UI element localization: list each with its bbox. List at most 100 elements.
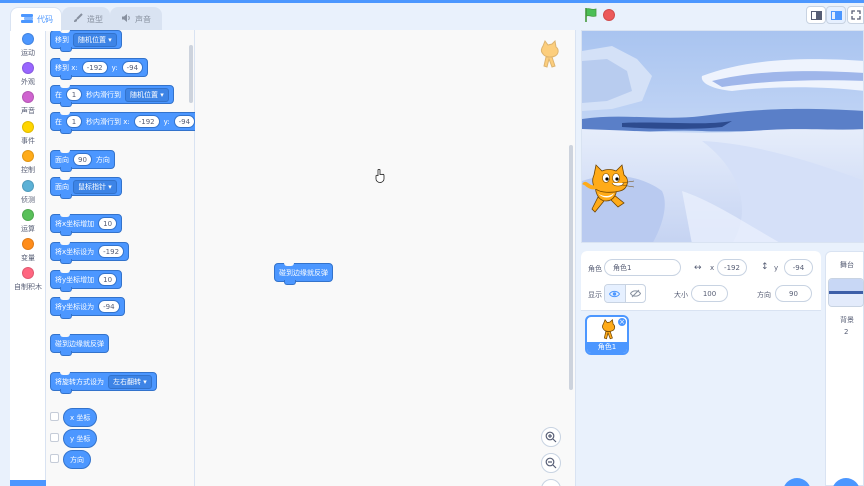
editor-tabs: 代码 造型 声音 bbox=[0, 3, 580, 31]
set-y-block[interactable]: 将y坐标设为 -94 bbox=[50, 297, 125, 319]
fullscreen-button[interactable] bbox=[847, 6, 864, 24]
direction-reporter[interactable]: 方向 bbox=[63, 450, 91, 469]
point-towards-block[interactable]: 面向 鼠标指针 ▾ bbox=[50, 177, 122, 199]
category-label: 运动 bbox=[21, 49, 35, 57]
sprite-name-input[interactable]: 角色1 bbox=[604, 259, 681, 276]
x-input[interactable]: -192 bbox=[717, 259, 747, 276]
category-label: 声音 bbox=[21, 107, 35, 115]
glide-dropdown[interactable]: 随机位置 ▾ bbox=[125, 87, 169, 102]
change-x-block[interactable]: 将x坐标增加 10 bbox=[50, 214, 123, 236]
y-input[interactable]: -94 bbox=[121, 61, 144, 74]
zoom-in-button[interactable] bbox=[541, 427, 561, 447]
category-menu: 运动 外观 声音 事件 控制 侦测 运算 变量 自制积木 bbox=[10, 30, 46, 486]
normal-stage-button[interactable] bbox=[826, 6, 846, 24]
value-input[interactable]: -192 bbox=[98, 245, 125, 258]
current-sprite-watermark-icon bbox=[541, 40, 559, 68]
x-input[interactable]: -192 bbox=[133, 115, 160, 128]
sprite-name-label: 角色 bbox=[588, 265, 602, 273]
rotation-dropdown[interactable]: 左右翻转 ▾ bbox=[108, 374, 152, 389]
gotoxy-block[interactable]: 移到 x: -192 y: -94 bbox=[50, 58, 149, 80]
category-looks[interactable]: 外观 bbox=[10, 62, 46, 87]
block-text: 方向 bbox=[95, 155, 110, 164]
brush-icon bbox=[73, 13, 83, 26]
block-text: 面向 bbox=[55, 182, 69, 191]
goto-block[interactable]: 移到 随机位置 ▾ bbox=[50, 30, 122, 52]
small-stage-button[interactable] bbox=[806, 6, 826, 24]
category-label: 外观 bbox=[21, 78, 35, 86]
category-label: 运算 bbox=[21, 225, 35, 233]
y-position-checkbox[interactable] bbox=[50, 433, 59, 442]
set-x-block[interactable]: 将x坐标设为 -192 bbox=[50, 242, 130, 264]
category-motion[interactable]: 运动 bbox=[10, 33, 46, 58]
block-text: 将x坐标设为 bbox=[55, 247, 95, 256]
goto-dropdown[interactable]: 随机位置 ▾ bbox=[73, 32, 117, 47]
change-y-block[interactable]: 将y坐标增加 10 bbox=[50, 270, 123, 292]
category-sound[interactable]: 声音 bbox=[10, 91, 46, 116]
zoom-out-button[interactable] bbox=[541, 453, 561, 473]
sensing-dot-icon bbox=[22, 180, 34, 192]
extension-button[interactable] bbox=[10, 480, 46, 486]
backdrop-thumbnail-icon bbox=[829, 279, 863, 306]
towards-dropdown[interactable]: 鼠标指针 ▾ bbox=[73, 179, 117, 194]
category-label: 变量 bbox=[21, 254, 35, 262]
tab-code-label: 代码 bbox=[37, 15, 53, 24]
direction-input[interactable]: 90 bbox=[73, 153, 92, 166]
block-text: 秒内滑行到 bbox=[86, 90, 121, 99]
block-text: 移到 bbox=[55, 35, 69, 44]
sprite-thumbnail-icon bbox=[602, 319, 616, 340]
value-input[interactable]: -94 bbox=[98, 300, 120, 313]
block-text: 将y坐标设为 bbox=[55, 302, 95, 311]
my-blocks-dot-icon bbox=[22, 267, 34, 279]
x-input[interactable]: -192 bbox=[81, 61, 108, 74]
workspace-scrollbar[interactable] bbox=[569, 145, 573, 390]
y-position-reporter[interactable]: y 坐标 bbox=[63, 429, 98, 448]
category-sensing[interactable]: 侦测 bbox=[10, 180, 46, 205]
glide-block[interactable]: 在 1 秒内滑行到 随机位置 ▾ bbox=[50, 85, 174, 107]
bounce-block[interactable]: 碰到边缘就反弹 bbox=[50, 334, 109, 356]
x-position-checkbox[interactable] bbox=[50, 412, 59, 421]
secs-input[interactable]: 1 bbox=[66, 115, 82, 128]
value-input[interactable]: 10 bbox=[98, 217, 118, 230]
size-input[interactable]: 100 bbox=[691, 285, 728, 302]
code-icon bbox=[21, 13, 33, 26]
script-workspace[interactable] bbox=[195, 30, 576, 486]
show-hidden-button[interactable] bbox=[626, 285, 646, 302]
block-text: 在 bbox=[55, 117, 62, 126]
direction-input[interactable]: 90 bbox=[775, 285, 812, 302]
stage-thumbnail[interactable] bbox=[828, 278, 864, 307]
value-input[interactable]: 10 bbox=[98, 273, 118, 286]
palette-scrollbar[interactable] bbox=[189, 45, 193, 103]
tab-code[interactable]: 代码 bbox=[10, 7, 62, 31]
point-direction-block[interactable]: 面向 90 方向 bbox=[50, 150, 115, 172]
hand-cursor-icon bbox=[375, 169, 385, 183]
eye-slash-icon bbox=[629, 289, 641, 298]
secs-input[interactable]: 1 bbox=[66, 88, 82, 101]
block-text: 将旋转方式设为 bbox=[55, 377, 104, 386]
block-text: 秒内滑行到 x: bbox=[86, 117, 130, 126]
category-events[interactable]: 事件 bbox=[10, 121, 46, 146]
glidexy-block[interactable]: 在 1 秒内滑行到 x: -192 y: -94 bbox=[50, 112, 201, 134]
workspace-bounce-block[interactable]: 碰到边缘就反弹 bbox=[274, 263, 333, 285]
tab-sounds[interactable]: 声音 bbox=[110, 7, 162, 31]
block-text: x 坐标 bbox=[70, 413, 91, 422]
stage-canvas[interactable] bbox=[581, 30, 864, 243]
rotation-style-block[interactable]: 将旋转方式设为 左右翻转 ▾ bbox=[50, 372, 157, 394]
control-dot-icon bbox=[22, 150, 34, 162]
y-input[interactable]: -94 bbox=[784, 259, 813, 276]
stop-button[interactable] bbox=[603, 9, 615, 21]
category-control[interactable]: 控制 bbox=[10, 150, 46, 175]
y-input[interactable]: -94 bbox=[173, 115, 196, 128]
show-visible-button[interactable] bbox=[605, 285, 626, 302]
direction-checkbox[interactable] bbox=[50, 454, 59, 463]
category-my-blocks[interactable]: 自制积木 bbox=[10, 267, 46, 292]
category-variables[interactable]: 变量 bbox=[10, 238, 46, 263]
tab-costumes[interactable]: 造型 bbox=[62, 7, 110, 31]
delete-sprite-icon[interactable]: × bbox=[617, 317, 627, 327]
category-label: 事件 bbox=[21, 137, 35, 145]
events-dot-icon bbox=[22, 121, 34, 133]
category-operators[interactable]: 运算 bbox=[10, 209, 46, 234]
green-flag-icon[interactable] bbox=[584, 7, 598, 23]
x-position-reporter[interactable]: x 坐标 bbox=[63, 408, 98, 427]
block-text: y: bbox=[111, 63, 118, 72]
dropdown-value: 随机位置 bbox=[130, 90, 158, 99]
